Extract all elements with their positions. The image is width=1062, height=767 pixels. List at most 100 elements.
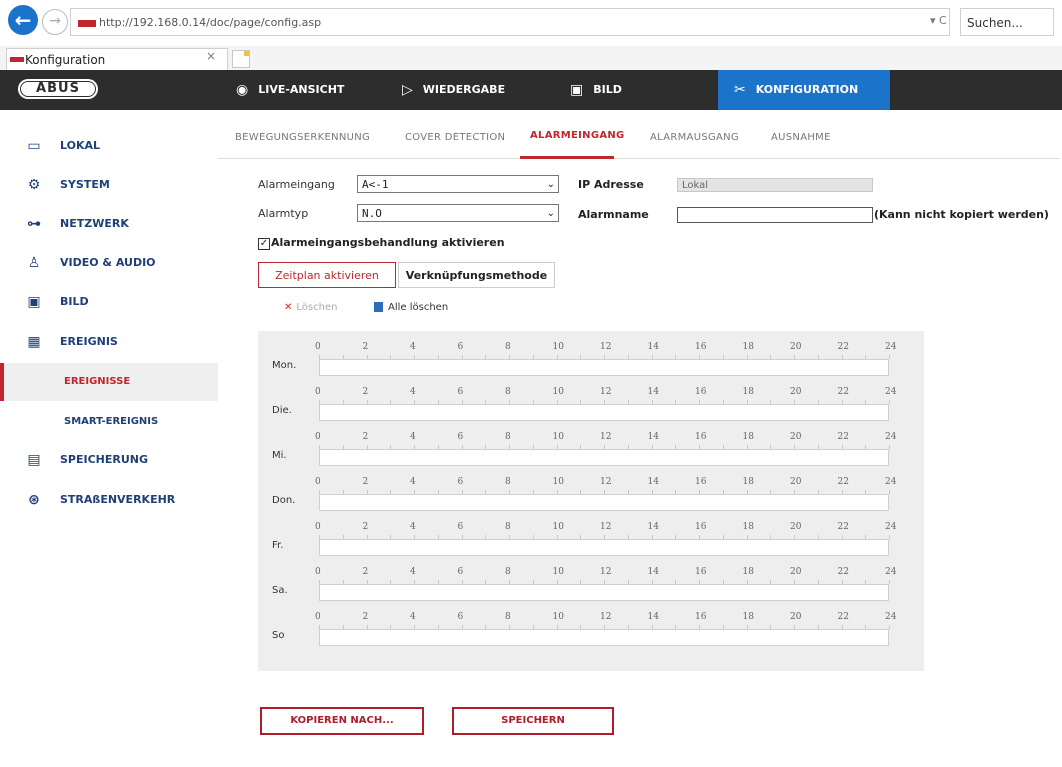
hour-label: 12 [600,612,612,622]
hour-label: 16 [695,387,707,397]
nav-label: BILD [593,83,622,96]
hour-label: 18 [742,612,754,622]
day-label: Mi. [272,450,287,461]
hour-label: 24 [885,522,897,532]
nav-live-view[interactable]: ◉ LIVE-ANSICHT [236,70,344,110]
sidebar-label: STRAßENVERKEHR [60,493,176,506]
play-icon: ▷ [402,82,413,98]
hour-label: 16 [695,342,707,352]
schedule-day-bar[interactable] [319,629,889,646]
sidebar-item-bild[interactable]: ▣ BILD [0,283,218,321]
schedule-day-bar[interactable] [319,494,889,511]
nav-configuration[interactable]: ✂ KONFIGURATION [734,70,858,110]
trash-icon [374,302,383,312]
hour-label: 2 [362,387,369,397]
schedule-day-bar[interactable] [319,404,889,421]
hour-label: 10 [552,387,564,397]
enable-alarm-label: Alarmeingangsbehandlung aktivieren [271,236,505,249]
copy-to-button[interactable]: KOPIEREN NACH... [260,707,424,735]
nav-image[interactable]: ▣ BILD [570,70,622,110]
tab-ausnahme[interactable]: AUSNAHME [771,132,831,143]
hour-label: 24 [885,567,897,577]
hour-label: 2 [362,342,369,352]
delete-button[interactable]: ✕ Löschen [284,302,337,313]
hour-label: 0 [315,387,321,397]
sidebar-item-ereignis[interactable]: ▦ EREIGNIS [0,323,218,361]
hour-tick [889,355,890,359]
alarm-input-select[interactable]: A<-1 ⌄ [357,175,559,193]
subtab-divider [218,158,1060,159]
tab-alarmausgang[interactable]: ALARMAUSGANG [650,132,739,143]
tab-bewegungserkennung[interactable]: BEWEGUNGSERKENNUNG [235,132,370,143]
schedule-day-bar[interactable] [319,359,889,376]
sidebar-label: EREIGNISSE [64,376,131,387]
schedule-day-bar[interactable] [319,449,889,466]
sidebar-label: BILD [60,295,89,308]
abus-logo: ABUS [18,79,98,99]
address-bar[interactable]: http://192.168.0.14/doc/page/config.asp [70,8,950,36]
nav-label: KONFIGURATION [755,83,859,96]
hour-label: 4 [410,342,416,352]
hour-label: 6 [457,477,464,487]
hour-tick [889,580,890,584]
forward-arrow-icon[interactable]: → [42,9,68,35]
monitor-icon: ▭ [27,138,41,154]
enable-alarm-checkbox[interactable]: ✓ [258,238,270,250]
save-button[interactable]: SPEICHERN [452,707,614,735]
network-icon: ⊶ [27,216,41,232]
tab-schedule[interactable]: Zeitplan aktivieren [258,262,396,288]
nav-label: WIEDERGABE [422,83,506,96]
nav-label: LIVE-ANSICHT [258,83,345,96]
schedule-day-bar[interactable] [319,539,889,556]
delete-all-button[interactable]: Alle löschen [374,302,448,313]
hour-label: 22 [837,432,849,442]
sidebar-item-system[interactable]: ⚙ SYSTEM [0,166,218,204]
hour-label: 22 [837,477,849,487]
hour-label: 0 [315,432,321,442]
sidebar-item-strassenverkehr[interactable]: ⊛ STRAßENVERKEHR [0,481,218,519]
hour-label: 4 [410,432,416,442]
back-arrow-icon[interactable]: ← [8,5,38,35]
tab-linkage-method[interactable]: Verknüpfungsmethode [398,262,555,288]
tab-alarmeingang[interactable]: ALARMEINGANG [530,130,625,141]
hour-label: 6 [457,522,464,532]
alarm-type-select[interactable]: N.O ⌄ [357,204,559,222]
storage-icon: ▤ [27,452,41,468]
hour-label: 22 [837,342,849,352]
hour-label: 6 [457,612,464,622]
eye-icon: ◉ [236,82,249,98]
hour-label: 12 [600,477,612,487]
tab-cover-detection[interactable]: COVER DETECTION [405,132,505,143]
sidebar-item-netzwerk[interactable]: ⊶ NETZWERK [0,205,218,243]
hour-label: 8 [505,567,511,577]
hour-label: 10 [552,567,564,577]
hour-label: 6 [457,387,464,397]
browser-tab-title: Konfiguration [25,53,106,67]
sidebar-item-lokal[interactable]: ▭ LOKAL [0,127,218,165]
hour-label: 2 [362,477,369,487]
browser-tab[interactable]: Konfiguration [6,48,228,70]
active-tab-indicator [520,156,614,159]
new-tab-icon[interactable] [232,50,250,68]
hour-label: 22 [837,567,849,577]
gear-icon: ⚙ [27,177,41,193]
sidebar-item-smart-ereignis[interactable]: SMART-EREIGNIS [0,403,218,441]
alarm-name-input[interactable] [677,207,873,223]
hour-label: 20 [790,432,802,442]
refresh-icon[interactable]: ▾ C [930,14,947,27]
hour-label: 16 [695,432,707,442]
hour-label: 20 [790,342,802,352]
hour-label: 6 [457,342,464,352]
sidebar-item-speicherung[interactable]: ▤ SPEICHERUNG [0,441,218,479]
hour-label: 6 [457,567,464,577]
browser-search-input[interactable]: Suchen... [960,8,1054,36]
nav-playback[interactable]: ▷ WIEDERGABE [402,70,505,110]
schedule-day-bar[interactable] [319,584,889,601]
sidebar-item-ereignisse[interactable]: EREIGNISSE [0,363,218,401]
hour-label: 14 [647,567,659,577]
sidebar-label: VIDEO & AUDIO [60,256,156,269]
hour-label: 0 [315,612,321,622]
hour-label: 16 [695,567,707,577]
sidebar-item-video-audio[interactable]: ♙ VIDEO & AUDIO [0,244,218,282]
tab-close-icon[interactable]: × [206,49,216,63]
